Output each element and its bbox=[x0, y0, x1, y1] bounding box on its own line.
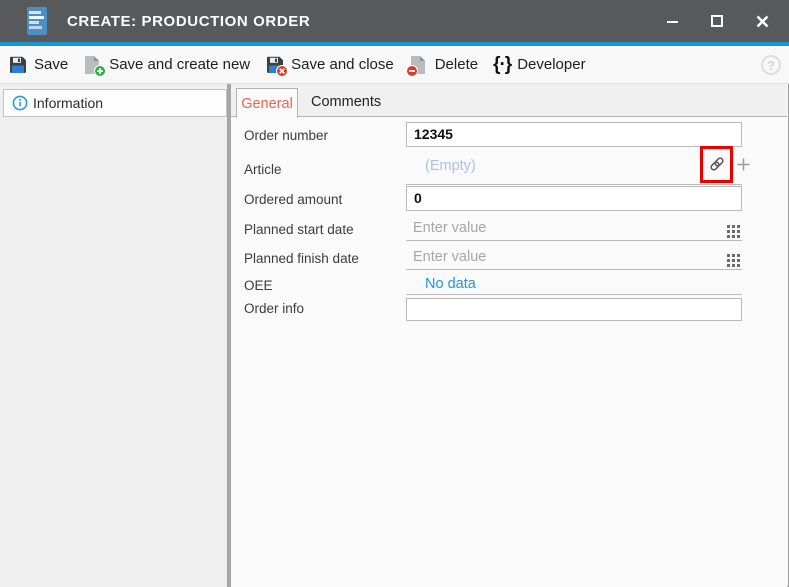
save-and-create-new-button[interactable]: Save and create new bbox=[83, 55, 250, 75]
planned-finish-date-input[interactable]: Enter value bbox=[413, 249, 486, 265]
form-panel: General Comments Order number 12345 Arti… bbox=[231, 84, 787, 587]
oee-field-underline bbox=[406, 294, 742, 295]
create-production-order-window: CREATE: PRODUCTION ORDER Save bbox=[0, 0, 789, 587]
planned-finish-date-label: Planned finish date bbox=[244, 251, 359, 266]
ordered-amount-label: Ordered amount bbox=[244, 192, 342, 207]
developer-braces-icon: {·} bbox=[493, 54, 511, 76]
planned-start-date-input[interactable]: Enter value bbox=[413, 220, 486, 236]
save-label: Save bbox=[34, 56, 68, 73]
developer-button[interactable]: {·} Developer bbox=[493, 54, 586, 76]
planned-finish-date-underline bbox=[406, 269, 742, 270]
developer-label: Developer bbox=[517, 56, 585, 73]
minimize-button[interactable] bbox=[657, 6, 687, 36]
info-icon bbox=[12, 95, 28, 111]
order-number-input[interactable]: 12345 bbox=[406, 122, 742, 147]
save-floppy-icon bbox=[8, 55, 28, 75]
sidebar-item-information[interactable]: Information bbox=[3, 89, 227, 117]
save-and-create-new-icon bbox=[83, 55, 103, 75]
delete-icon bbox=[409, 55, 429, 75]
plus-badge-icon bbox=[94, 65, 106, 77]
planned-start-date-underline bbox=[406, 240, 742, 241]
save-and-close-button[interactable]: Save and close bbox=[265, 55, 394, 75]
delete-label: Delete bbox=[435, 56, 478, 73]
toolbar: Save Save and create new bbox=[0, 46, 789, 84]
information-label: Information bbox=[33, 95, 103, 111]
article-add-icon[interactable] bbox=[737, 158, 750, 171]
start-date-picker-grid-icon[interactable] bbox=[727, 225, 740, 238]
navigation-sidebar: Information bbox=[0, 84, 227, 587]
ordered-amount-input[interactable]: 0 bbox=[406, 186, 742, 211]
window-title: CREATE: PRODUCTION ORDER bbox=[67, 0, 310, 42]
minimize-icon bbox=[666, 15, 679, 28]
oee-label: OEE bbox=[244, 278, 273, 293]
order-info-label: Order info bbox=[244, 301, 304, 316]
cross-badge-icon bbox=[276, 65, 288, 77]
help-icon[interactable]: ? bbox=[761, 55, 781, 75]
save-and-close-label: Save and close bbox=[291, 56, 394, 73]
title-bar: CREATE: PRODUCTION ORDER bbox=[0, 0, 789, 42]
maximize-button[interactable] bbox=[702, 6, 732, 36]
tab-strip-border bbox=[231, 116, 787, 117]
close-icon bbox=[756, 15, 769, 28]
planned-start-date-label: Planned start date bbox=[244, 222, 354, 237]
tab-strip: General Comments bbox=[231, 84, 787, 117]
article-value[interactable]: (Empty) bbox=[425, 158, 476, 174]
article-label: Article bbox=[244, 162, 282, 177]
document-list-app-icon bbox=[27, 7, 47, 35]
tab-general[interactable]: General bbox=[236, 88, 298, 118]
save-and-create-new-label: Save and create new bbox=[109, 56, 250, 73]
delete-button[interactable]: Delete bbox=[409, 55, 478, 75]
article-field-underline bbox=[406, 184, 742, 185]
finish-date-picker-grid-icon[interactable] bbox=[727, 254, 740, 267]
save-button[interactable]: Save bbox=[8, 55, 68, 75]
order-number-label: Order number bbox=[244, 128, 328, 143]
order-info-input[interactable] bbox=[406, 298, 742, 321]
save-and-close-icon bbox=[265, 55, 285, 75]
tab-comments[interactable]: Comments bbox=[311, 88, 381, 116]
article-link-icon[interactable] bbox=[708, 155, 726, 173]
maximize-icon bbox=[711, 15, 723, 27]
close-button[interactable] bbox=[747, 6, 777, 36]
minus-badge-icon bbox=[406, 65, 418, 77]
oee-no-data-link[interactable]: No data bbox=[425, 276, 476, 292]
